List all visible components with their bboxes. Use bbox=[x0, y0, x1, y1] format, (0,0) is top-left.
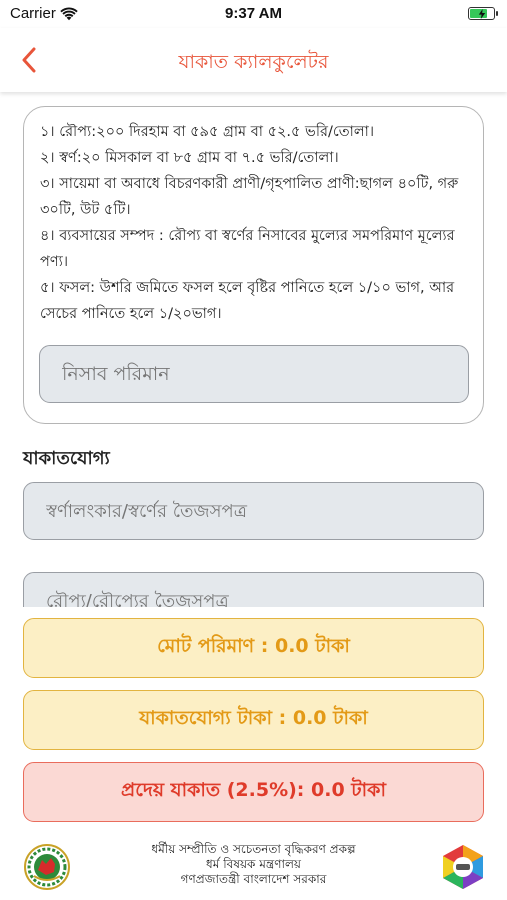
footer-credits: ধর্মীয় সম্প্রীতি ও সচেতনতা বৃদ্ধিকরণ প্… bbox=[0, 842, 507, 887]
nisab-rules-list: ১। রৌপ্য:২০০ দিরহাম বা ৫৯৫ গ্রাম বা ৫২.৫… bbox=[40, 119, 472, 327]
payable-zakat-box: প্রদেয় যাকাত (2.5%): 0.0 টাকা bbox=[23, 762, 484, 822]
nisab-rule: ২। স্বর্ণ:২০ মিসকাল বা ৮৫ গ্রাম বা ৭.৫ ভ… bbox=[40, 150, 339, 166]
footer-line: গণপ্রজাতন্ত্রী বাংলাদেশ সরকার bbox=[180, 872, 327, 886]
page-title: যাকাত ক্যালকুলেটর bbox=[178, 51, 329, 73]
nisab-card: ১। রৌপ্য:২০০ দিরহাম বা ৫৯৫ গ্রাম বা ৫২.৫… bbox=[23, 106, 484, 424]
nisab-amount-input[interactable] bbox=[39, 345, 469, 403]
gold-input[interactable] bbox=[23, 482, 484, 540]
footer-line: ধর্ম বিষয়ক মন্ত্রণালয় bbox=[206, 857, 301, 871]
nisab-rule: ৩। সায়েমা বা অবাধে বিচরণকারী প্রাণী/গৃহ… bbox=[40, 176, 459, 218]
scroll-content[interactable]: ১। রৌপ্য:২০০ দিরহাম বা ৫৯৫ গ্রাম বা ৫২.৫… bbox=[0, 92, 507, 607]
zakatable-amount-box: যাকাতযোগ্য টাকা : 0.0 টাকা bbox=[23, 690, 484, 750]
navigation-bar: যাকাত ক্যালকুলেটর bbox=[0, 28, 507, 92]
project-logo-icon bbox=[443, 845, 483, 889]
zakatable-section-label: যাকাতযোগ্য bbox=[23, 448, 110, 469]
footer-line: ধর্মীয় সম্প্রীতি ও সচেতনতা বৃদ্ধিকরণ প্… bbox=[151, 842, 356, 856]
status-bar: Carrier 9:37 AM bbox=[0, 0, 507, 28]
clock: 9:37 AM bbox=[225, 5, 282, 22]
silver-input[interactable] bbox=[23, 572, 484, 607]
footer: ধর্মীয় সম্প্রীতি ও সচেতনতা বৃদ্ধিকরণ প্… bbox=[0, 836, 507, 900]
nisab-rule: ৪। ব্যবসায়ের সম্পদ : রৌপ্য বা স্বর্ণের … bbox=[40, 228, 455, 270]
nisab-rule: ১। রৌপ্য:২০০ দিরহাম বা ৫৯৫ গ্রাম বা ৫২.৫… bbox=[40, 124, 375, 140]
battery-charging-icon bbox=[468, 7, 498, 20]
total-amount-box: মোট পরিমাণ : 0.0 টাকা bbox=[23, 618, 484, 678]
nisab-rule: ৫। ফসল: উশরি জমিতে ফসল হলে বৃষ্টির পানিত… bbox=[40, 280, 455, 322]
charging-bolt-icon bbox=[478, 8, 485, 19]
